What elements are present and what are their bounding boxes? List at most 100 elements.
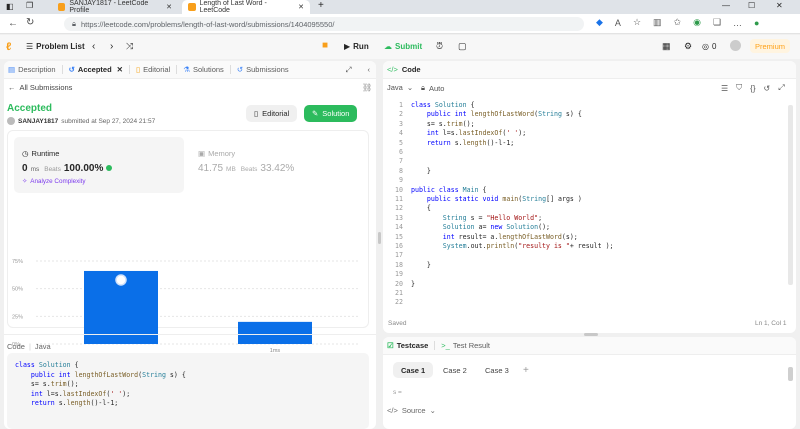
submit-button[interactable]: ☁ Submit (384, 42, 422, 51)
all-submissions-link[interactable]: ← All Submissions (8, 83, 72, 92)
horizontal-splitter[interactable] (584, 333, 598, 336)
browser-tab-profile[interactable]: SANJAY1817 - LeetCode Profile ✕ (52, 0, 178, 14)
alarm-icon[interactable]: ⏰︎ (436, 41, 443, 52)
browser-tab-bar: ◧ ❐ SANJAY1817 - LeetCode Profile ✕ Leng… (0, 0, 800, 14)
history-icon: ↺ (68, 65, 75, 74)
share-link-icon[interactable]: ⛓ (362, 83, 372, 92)
settings-icon[interactable]: ⚙ (684, 41, 692, 52)
close-window-icon[interactable]: ✕ (776, 1, 783, 10)
prev-problem-icon[interactable]: ‹ (92, 41, 95, 52)
problem-list-button[interactable]: ☰ Problem List (26, 42, 85, 51)
submitted-code-block[interactable]: class Solution { public int lengthOfLast… (7, 353, 369, 429)
tab-testcase[interactable]: ☑ Testcase (387, 341, 428, 350)
premium-button[interactable]: Premium (750, 39, 791, 53)
coins-indicator[interactable]: ◎ 0 (702, 42, 716, 51)
user-avatar (7, 117, 15, 125)
extension-icon[interactable]: ◆ (596, 17, 603, 28)
tab-editorial[interactable]: ▯ Editorial (136, 65, 170, 74)
maximize-icon[interactable]: ☐ (748, 1, 755, 10)
code-line: System.out.println("resulty is "+ result… (442, 242, 614, 250)
status-accepted: Accepted (7, 103, 53, 114)
code-line: int result= a.lengthOfLastWord(s); (442, 232, 578, 241)
line-number: 17 (395, 251, 403, 260)
url-field[interactable]: 🔒︎ https://leetcode.com/problems/length-… (64, 17, 584, 31)
bookmark-icon[interactable]: ⛉ (736, 83, 742, 93)
tab-submissions[interactable]: ↺ Submissions (237, 65, 289, 74)
source-button[interactable]: </> Source ⌄ (387, 406, 436, 415)
braces-icon[interactable]: {} (750, 84, 755, 93)
line-number: 16 (395, 242, 403, 250)
close-tab-icon[interactable]: ✕ (298, 3, 304, 11)
checkbox-icon: ☑ (387, 341, 394, 350)
copilot-icon[interactable]: ◉ (693, 17, 701, 28)
language-select[interactable]: Java ⌄ (387, 83, 413, 92)
case-2-tab[interactable]: Case 2 (435, 362, 475, 378)
leetcode-logo-icon[interactable]: ℓ (6, 41, 11, 53)
debug-icon[interactable]: ■ (322, 40, 328, 51)
case-3-tab[interactable]: Case 3 (477, 362, 517, 378)
editorial-button[interactable]: ▯ Editorial (246, 105, 298, 122)
line-number: 13 (395, 213, 403, 222)
tab-solutions[interactable]: ⚗ Solutions (183, 65, 224, 74)
case-1-tab[interactable]: Case 1 (393, 362, 434, 378)
tab-actions-icon[interactable]: ❐ (26, 1, 33, 10)
split-screen-icon[interactable]: ▥ (653, 17, 662, 28)
read-aloud-icon[interactable]: A (615, 18, 621, 28)
format-icon[interactable]: ☰ (721, 84, 728, 93)
favorites-icon[interactable]: ✩ (674, 17, 682, 28)
username[interactable]: SANJAY1817 (18, 118, 58, 125)
browser-tab-problem[interactable]: Length of Last Word - LeetCode ✕ (182, 0, 310, 14)
runtime-bar[interactable] (238, 321, 312, 344)
editor-scrollbar[interactable] (788, 105, 793, 285)
save-status: Saved (388, 320, 407, 327)
code-line: s= s.trim(); (15, 380, 79, 389)
solution-button[interactable]: ✎ Solution (304, 105, 358, 122)
user-position-marker (115, 274, 127, 286)
line-number: 10 (395, 185, 403, 194)
refresh-icon[interactable]: ↻ (26, 17, 34, 28)
back-arrow-icon[interactable]: ← (8, 18, 18, 29)
new-tab-icon[interactable]: + (318, 0, 324, 11)
collections-icon[interactable]: ❏ (713, 17, 721, 28)
runtime-distribution-chart: 75%50%25%0%1ms (12, 259, 360, 354)
minimize-icon[interactable]: — (722, 1, 730, 10)
line-number: 15 (395, 232, 403, 241)
code-line: int l=s.lastIndexOf(' '); (426, 129, 527, 138)
run-button[interactable]: ▶ Run (344, 42, 369, 51)
memory-box[interactable]: ▣ Memory 41.75 MB Beats 33.42% (194, 137, 354, 193)
code-lang: Java (34, 342, 51, 351)
code-line: Solution a= new Solution(); (442, 223, 551, 232)
layout-icon[interactable]: ▦ (662, 41, 671, 52)
add-case-icon[interactable]: + (515, 362, 537, 378)
testcase-panel: ☑ Testcase >_ Test Result Case 1 Case 2 … (383, 337, 796, 429)
edge-icon[interactable]: ● (754, 18, 759, 28)
tab-test-result[interactable]: >_ Test Result (441, 341, 490, 350)
runtime-box[interactable]: ◷ Runtime 0 ms Beats 100.00% ✧ Analyze C… (14, 137, 184, 193)
vertical-splitter[interactable] (378, 232, 381, 244)
shuffle-icon[interactable]: ⤨ (126, 41, 133, 52)
favorite-star-icon[interactable]: ☆ (633, 17, 641, 28)
fullscreen-icon[interactable]: ⤢ (778, 83, 784, 93)
close-tab-icon[interactable]: ✕ (166, 3, 172, 11)
reset-icon[interactable]: ↺ (764, 84, 771, 93)
y-tick-label: 25% (12, 314, 23, 320)
line-number: 5 (399, 138, 403, 147)
collapse-icon[interactable]: ‹ (368, 65, 371, 74)
code-line: public static void main(String[] args ) (426, 195, 582, 203)
flask-icon: ⚗ (183, 65, 190, 74)
code-brackets-icon: </> (387, 406, 398, 415)
code-editor[interactable]: 1 class Solution {2 public int lengthOfLa… (383, 101, 783, 311)
profile-icon[interactable]: ◧ (6, 2, 14, 11)
analyze-complexity-link[interactable]: ✧ Analyze Complexity (22, 178, 86, 185)
tab-description[interactable]: ▤ Description (8, 65, 56, 74)
notes-icon[interactable]: ▢ (458, 41, 467, 52)
close-tab-icon[interactable]: ✕ (117, 65, 123, 74)
tab-accepted[interactable]: ↺ Accepted ✕ (69, 65, 123, 74)
avatar[interactable] (730, 40, 741, 51)
expand-icon[interactable]: ⤢ (346, 65, 352, 75)
more-icon[interactable]: … (733, 18, 742, 28)
sparkle-icon: ✧ (22, 178, 28, 185)
auto-mode-toggle[interactable]: 🔒︎ Auto (421, 83, 444, 93)
testcase-scrollbar[interactable] (788, 367, 793, 381)
next-problem-icon[interactable]: › (110, 41, 113, 52)
